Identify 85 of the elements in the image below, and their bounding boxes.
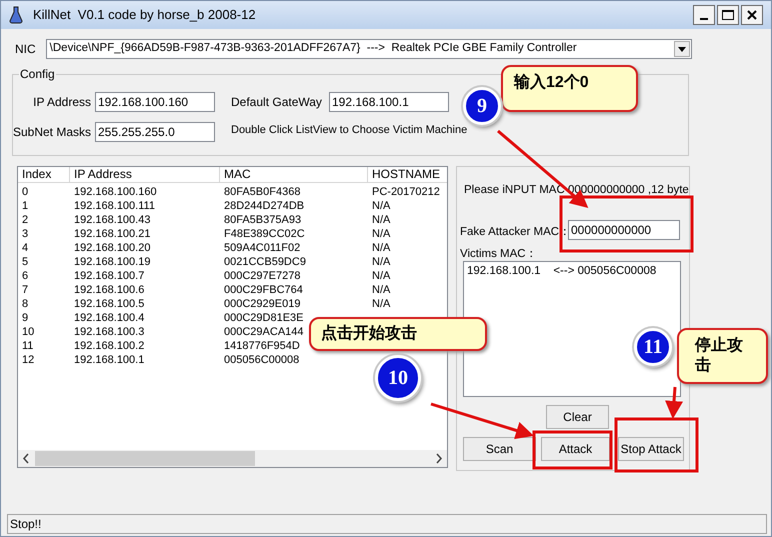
table-cell: 192.168.100.5	[74, 298, 144, 310]
field-label: IP Address	[33, 94, 91, 111]
table-cell: 005056C00008	[224, 354, 300, 366]
window-title: KillNet V0.1 code by horse_b 2008-12	[33, 6, 256, 24]
table-cell: 000C297E7278	[224, 270, 300, 282]
stop-attack-button[interactable]: Stop Attack	[618, 437, 684, 461]
table-cell: 8	[22, 298, 28, 310]
table-cell: 192.168.100.4	[74, 312, 144, 324]
table-cell: 2	[22, 214, 28, 226]
table-cell: PC-20170212	[372, 186, 440, 198]
table-cell: N/A	[372, 228, 390, 240]
table-cell: 0021CCB59DC9	[224, 256, 306, 268]
dropdown-arrow-icon	[678, 46, 686, 52]
table-cell: 6	[22, 270, 28, 282]
table-cell: 509A4C011F02	[224, 242, 300, 254]
attack-button[interactable]: Attack	[541, 437, 610, 461]
column-header[interactable]: Index	[18, 167, 70, 183]
table-cell: 192.168.100.1	[74, 354, 144, 366]
column-header[interactable]: IP Address	[70, 167, 220, 183]
number-badge: 9	[463, 87, 501, 125]
nic-label: NIC	[15, 41, 36, 58]
table-cell: 11	[22, 340, 34, 352]
minimize-button[interactable]	[693, 5, 715, 25]
table-cell: N/A	[372, 242, 390, 254]
table-cell: 192.168.100.2	[74, 340, 144, 352]
fake-mac-field[interactable]: 000000000000	[568, 220, 680, 240]
field-label: Victims MAC：	[460, 247, 538, 262]
table-cell: 192.168.100.19	[74, 256, 150, 268]
address-field[interactable]: 255.255.255.0	[95, 122, 215, 142]
table-cell: 0	[22, 186, 28, 198]
table-cell: N/A	[372, 270, 390, 282]
table-cell: 80FA5B0F4368	[224, 186, 300, 198]
table-cell: 192.168.100.160	[74, 186, 157, 198]
table-cell: 3	[22, 228, 28, 240]
table-cell: N/A	[372, 256, 390, 268]
table-cell: 192.168.100.43	[74, 214, 150, 226]
table-cell: 1	[22, 200, 28, 212]
clear-button[interactable]: Clear	[546, 405, 609, 429]
close-icon	[747, 10, 757, 20]
table-cell: 192.168.100.7	[74, 270, 144, 282]
maximize-button[interactable]	[717, 5, 739, 25]
arrow	[665, 386, 683, 419]
close-button[interactable]	[741, 5, 763, 25]
table-cell: 192.168.100.20	[74, 242, 150, 254]
table-cell: 9	[22, 312, 28, 324]
list-item[interactable]: 192.168.100.1 <--> 005056C00008	[467, 264, 680, 278]
table-cell: 5	[22, 256, 28, 268]
status-text: Stop!!	[10, 516, 42, 533]
table-cell: 1418776F954D	[224, 340, 300, 352]
field-label: SubNet Masks	[12, 124, 91, 141]
table-cell: 000C2929E019	[224, 298, 300, 310]
table-cell: 192.168.100.111	[74, 200, 155, 212]
table-cell: 000C29ACA144	[224, 326, 304, 338]
hint-text: Double Click ListView to Choose Victim Machine	[231, 123, 468, 138]
table-cell: 12	[22, 354, 34, 366]
table-cell: N/A	[372, 200, 390, 212]
nic-dropdown[interactable]: \Device\NPF_{966AD59B-F987-473B-9363-201ADFF267A7} ---> Realtek PCIe GBE Family Controller	[46, 39, 692, 59]
table-cell: N/A	[372, 214, 390, 226]
flask-icon	[9, 6, 23, 24]
table-cell: 192.168.100.21	[74, 228, 150, 240]
table-cell: N/A	[372, 284, 390, 296]
callout: 输入12个0	[501, 65, 638, 112]
scan-button[interactable]: Scan	[463, 437, 536, 461]
table-cell: 192.168.100.6	[74, 284, 144, 296]
table-cell: 192.168.100.3	[74, 326, 144, 338]
table-cell: 000C29FBC764	[224, 284, 303, 296]
table-cell: N/A	[372, 298, 390, 310]
callout: 停止攻击	[677, 328, 768, 384]
table-cell: 4	[22, 242, 28, 254]
group-title: Config	[19, 67, 56, 81]
callout: 点击开始攻击	[309, 317, 487, 351]
table-cell: 000C29D81E3E	[224, 312, 304, 324]
gateway-field[interactable]: 192.168.100.1	[329, 92, 449, 112]
table-cell: 80FA5B375A93	[224, 214, 302, 226]
horizontal-scrollbar[interactable]	[18, 450, 447, 467]
column-header[interactable]: HOSTNAME	[368, 167, 447, 183]
table-cell: 10	[22, 326, 34, 338]
column-header[interactable]: MAC	[220, 167, 368, 183]
table-cell: 7	[22, 284, 28, 296]
table-cell: 28D244D274DB	[224, 200, 304, 212]
number-badge: 11	[634, 328, 672, 366]
field-label: Default GateWay	[231, 94, 323, 111]
address-field[interactable]: 192.168.100.160	[95, 92, 215, 112]
host-list[interactable]	[17, 166, 448, 468]
table-cell: F48E389CC02C	[224, 228, 305, 240]
